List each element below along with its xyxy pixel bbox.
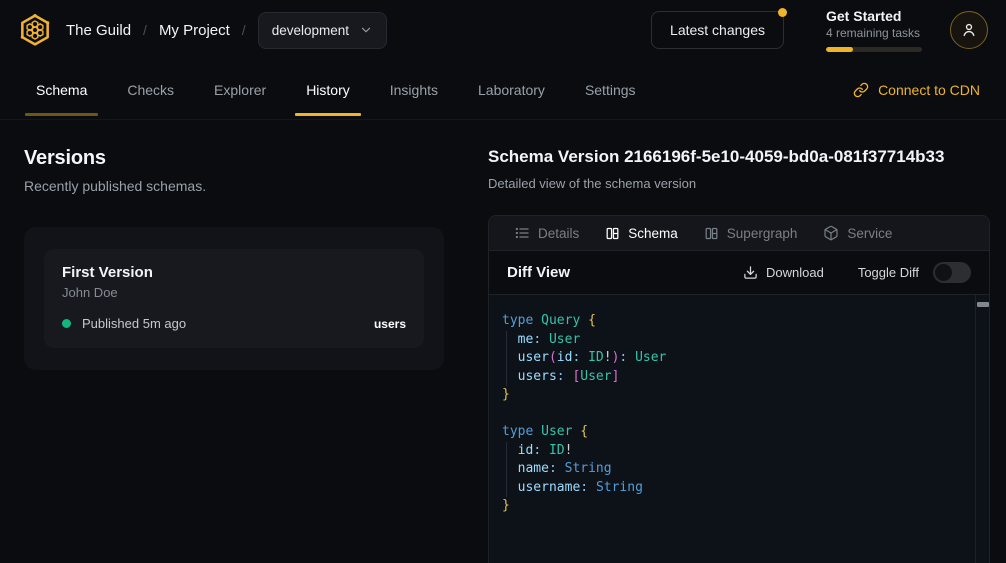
nav-spacer xyxy=(656,60,854,119)
tab-label: Insights xyxy=(390,82,438,98)
get-started-progress-fill xyxy=(826,47,853,52)
download-icon xyxy=(743,265,758,280)
tab-label: Supergraph xyxy=(727,226,798,241)
notification-dot xyxy=(778,8,787,17)
code-line: users: [User] xyxy=(502,368,969,387)
diff-view-header: Diff View Download Toggle Diff xyxy=(489,251,989,295)
schema-version-subtitle: Detailed view of the schema version xyxy=(488,176,990,191)
version-author: John Doe xyxy=(62,285,406,300)
tab-label: Settings xyxy=(585,82,636,98)
download-button[interactable]: Download xyxy=(743,265,824,280)
code-line: me: User xyxy=(502,331,969,350)
breadcrumb-separator: / xyxy=(242,22,246,38)
tab-label: Schema xyxy=(36,82,87,98)
code-line: type User { xyxy=(502,423,969,442)
download-label: Download xyxy=(766,265,824,280)
code-line: user(id: ID!): User xyxy=(502,349,969,368)
code-editor: type Query { me: User user(id: ID!): Use… xyxy=(502,312,969,516)
code-line: username: String xyxy=(502,479,969,498)
published-status-dot xyxy=(62,319,71,328)
connect-to-cdn-link[interactable]: Connect to CDN xyxy=(853,60,980,119)
code-scrollbar-thumb[interactable] xyxy=(977,302,989,307)
toggle-diff-label: Toggle Diff xyxy=(858,265,919,280)
version-name: First Version xyxy=(62,264,406,281)
main-content: Versions Recently published schemas. Fir… xyxy=(0,120,1006,563)
version-status-text: Published 5m ago xyxy=(82,316,186,331)
get-started-progress-bar xyxy=(826,47,922,52)
tab-checks[interactable]: Checks xyxy=(116,60,185,119)
version-detail-panel: Schema Version 2166196f-5e10-4059-bd0a-0… xyxy=(464,120,1006,563)
tab-label: Schema xyxy=(628,226,678,241)
cube-icon xyxy=(823,225,839,241)
tab-label: Checks xyxy=(127,82,174,98)
code-scrollbar[interactable] xyxy=(975,295,989,563)
connect-to-cdn-label: Connect to CDN xyxy=(878,82,980,98)
link-icon xyxy=(853,82,869,98)
tab-supergraph[interactable]: Supergraph xyxy=(691,216,811,250)
tab-schema-view[interactable]: Schema xyxy=(592,216,691,250)
target-nav-tabs: Schema Checks Explorer History Insights … xyxy=(0,60,1006,120)
get-started-subtitle: 4 remaining tasks xyxy=(826,26,922,40)
code-line: id: ID! xyxy=(502,442,969,461)
breadcrumb-separator: / xyxy=(143,22,147,38)
tab-service[interactable]: Service xyxy=(810,216,905,250)
version-list-item[interactable]: First Version John Doe Published 5m ago … xyxy=(44,249,424,348)
tab-laboratory[interactable]: Laboratory xyxy=(467,60,556,119)
code-line: name: String xyxy=(502,460,969,479)
code-line: type Query { xyxy=(502,312,969,331)
top-header: The Guild / My Project / development Lat… xyxy=(0,0,1006,60)
tab-label: Service xyxy=(847,226,892,241)
tab-label: Explorer xyxy=(214,82,266,98)
toggle-knob xyxy=(935,264,952,281)
tab-label: Laboratory xyxy=(478,82,545,98)
versions-list-card: First Version John Doe Published 5m ago … xyxy=(24,227,444,370)
get-started-title: Get Started xyxy=(826,8,922,24)
versions-subtitle: Recently published schemas. xyxy=(24,178,444,194)
list-icon xyxy=(514,225,530,241)
versions-panel: Versions Recently published schemas. Fir… xyxy=(0,120,464,563)
tab-history[interactable]: History xyxy=(295,60,361,119)
columns-icon xyxy=(704,226,719,241)
code-line: } xyxy=(502,497,969,516)
target-selector-value: development xyxy=(272,23,349,38)
tab-explorer[interactable]: Explorer xyxy=(203,60,277,119)
columns-icon xyxy=(605,226,620,241)
detail-tabs: Details Schema Supergraph xyxy=(489,216,989,251)
get-started-widget[interactable]: Get Started 4 remaining tasks xyxy=(826,8,922,52)
schema-viewer-panel: Details Schema Supergraph xyxy=(488,215,990,563)
tab-details[interactable]: Details xyxy=(501,216,592,250)
latest-changes-label: Latest changes xyxy=(670,22,765,38)
breadcrumb-project[interactable]: My Project xyxy=(159,22,230,39)
hive-logo-icon[interactable] xyxy=(18,13,52,47)
diff-view-actions: Download Toggle Diff xyxy=(743,262,971,283)
tab-settings[interactable]: Settings xyxy=(574,60,647,119)
service-name-badge: users xyxy=(374,317,406,331)
latest-changes-button[interactable]: Latest changes xyxy=(651,11,784,49)
version-status-row: Published 5m ago users xyxy=(62,316,406,331)
user-avatar-button[interactable] xyxy=(950,11,988,49)
tab-label: History xyxy=(306,82,350,98)
tab-label: Details xyxy=(538,226,579,241)
chevron-down-icon xyxy=(359,23,373,37)
person-icon xyxy=(960,21,978,39)
tab-insights[interactable]: Insights xyxy=(379,60,449,119)
schema-version-title: Schema Version 2166196f-5e10-4059-bd0a-0… xyxy=(488,147,990,167)
code-line: } xyxy=(502,386,969,405)
target-selector-dropdown[interactable]: development xyxy=(258,12,387,49)
schema-code-viewer[interactable]: type Query { me: User user(id: ID!): Use… xyxy=(489,295,989,563)
code-line xyxy=(502,405,969,424)
tab-schema[interactable]: Schema xyxy=(25,60,98,119)
diff-view-title: Diff View xyxy=(507,264,570,281)
breadcrumb-org[interactable]: The Guild xyxy=(66,22,131,39)
toggle-diff-switch[interactable] xyxy=(933,262,971,283)
versions-title: Versions xyxy=(24,147,444,170)
